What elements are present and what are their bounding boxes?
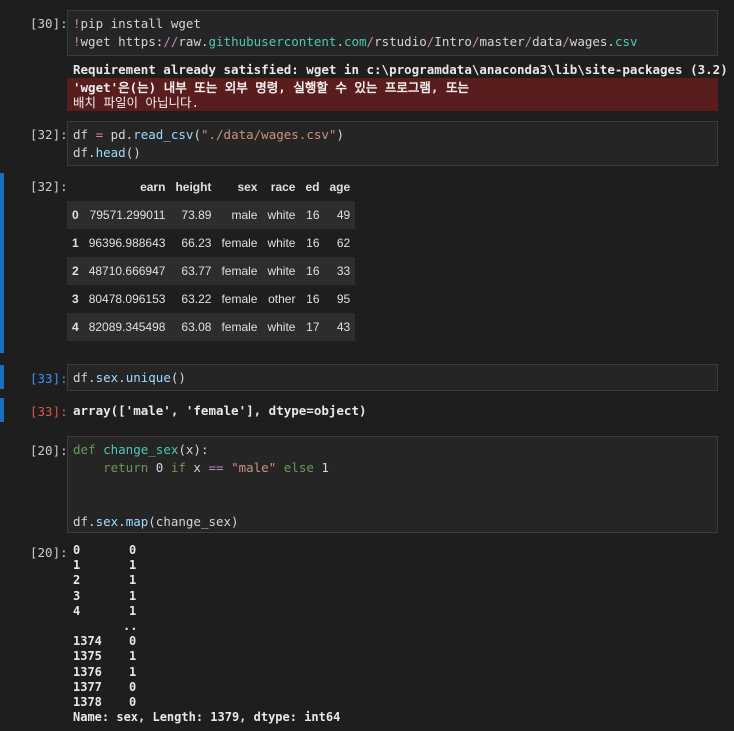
column-header: height [175,180,212,194]
cell-output-text: Requirement already satisfied: wget in c… [73,62,728,77]
table-cell: 80478.096153 [88,292,166,306]
column-header [67,173,84,201]
row-index: 1 [72,236,79,250]
table-row: 1 96396.988643 66.23 female white 16 62 [67,229,355,257]
table-cell: 16 [306,264,320,278]
code-line: !pip install wget [73,16,201,31]
table-cell: 82089.345498 [88,320,166,334]
table-cell: white [267,264,296,278]
output-prompt: [20]: [30,545,68,560]
code-cell-input[interactable]: df = pd.read_csv("./data/wages.csv") df.… [67,121,718,166]
code-line: return 0 if x == "male" else 1 [103,460,329,475]
table-cell: 95 [336,292,351,306]
dataframe-table: earn height sex race ed age 0 79571.29901… [67,173,356,341]
cell-focus-indicator [0,365,4,389]
series-line: 1374 0 [73,634,137,649]
row-index: 2 [72,264,79,278]
cell-prompt: [20]: [30,443,68,458]
cell-focus-indicator [0,398,4,422]
table-row: 0 79571.299011 73.89 male white 16 49 [67,201,356,229]
code-cell-input[interactable]: !pip install wget !wget https://raw.gith… [67,10,718,56]
cell-focus-indicator [0,173,4,353]
column-header: age [329,180,351,194]
table-cell: female [221,264,258,278]
table-cell: 62 [336,236,351,250]
table-cell: 63.77 [181,264,212,278]
series-output: 0 0 1 1 2 1 3 1 4 1.. 1374 0 1375 1 1376 1 1377 0 1378 0 Nam… [73,543,340,725]
code-line: def change_sex(x): [73,442,209,457]
table-cell: 17 [306,320,320,334]
series-line: 1376 1 [73,664,137,679]
row-index: 3 [72,292,79,306]
table-cell: 49 [336,208,351,222]
table-header-row: earn height sex race ed age [67,173,355,201]
cell-output-text: array(['male', 'female'], dtype=object) [73,403,367,418]
table-row: 2 48710.666947 63.77 female white 16 33 [67,257,356,285]
code-line: !wget https://raw.githubusercontent.com/… [73,34,638,49]
series-line: 00 [73,543,137,557]
table-cell: 48710.666947 [88,264,166,278]
series-line: 11 [73,558,137,573]
table-cell: 63.08 [181,320,212,334]
table-cell: female [221,236,258,250]
series-line: 21 [73,573,137,588]
output-prompt: [33]: [30,404,68,419]
error-line: 배치 파일이 아닙니다. [73,95,200,110]
series-line: 1375 1 [73,649,137,664]
table-cell: white [267,208,296,222]
table-cell: white [267,320,296,334]
code-line: df.sex.unique() [73,370,186,385]
cell-prompt: [30]: [30,16,68,31]
table-cell: 16 [306,208,320,222]
output-prompt: [32]: [30,179,68,194]
series-line: 1377 0 [73,679,137,694]
table-row: 3 80478.096153 63.22 female other 16 95 [67,285,355,313]
code-cell-input[interactable]: df.sex.unique() [67,364,718,391]
cell-error-output: 'wget'은(는) 내부 또는 외부 명령, 실행할 수 있는 프로그램, 또… [67,78,718,111]
table-cell: 66.23 [181,236,212,250]
table-row: 4 82089.345498 63.08 female white 17 43 [67,313,356,341]
table-cell: female [221,320,258,334]
code-line: df.sex.map(change_sex) [73,514,239,529]
series-line: 1378 0 [73,695,137,710]
cell-prompt: [32]: [30,127,68,142]
table-cell: 96396.988643 [88,236,166,250]
column-header: earn [140,180,166,194]
code-line: df.head() [73,145,141,160]
table-cell: 63.22 [181,292,212,306]
table-cell: female [221,292,258,306]
series-line: 31 [73,588,137,603]
table-cell: white [267,236,296,250]
row-index: 0 [72,208,79,222]
series-line: 41 [73,603,137,618]
error-line: 'wget'은(는) 내부 또는 외부 명령, 실행할 수 있는 프로그램, 또… [73,80,469,95]
table-cell: 79571.299011 [89,208,166,222]
table-cell: 73.89 [181,208,212,222]
table-cell: male [231,208,258,222]
row-index: 4 [72,320,79,334]
table-cell: 43 [336,320,351,334]
table-cell: 33 [336,264,351,278]
column-header: sex [237,180,258,194]
column-header: ed [305,180,320,194]
table-cell: 16 [306,236,320,250]
series-line: .. [123,619,138,634]
series-footer: Name: sex, Length: 1379, dtype: int64 [73,710,341,725]
code-line: df = pd.read_csv("./data/wages.csv") [73,127,344,142]
table-cell: 16 [306,292,320,306]
cell-prompt: [33]: [30,371,68,386]
column-header: race [270,180,296,194]
code-cell-input[interactable]: def change_sex(x): return 0 if x == "mal… [67,436,718,533]
table-cell: other [268,292,296,306]
